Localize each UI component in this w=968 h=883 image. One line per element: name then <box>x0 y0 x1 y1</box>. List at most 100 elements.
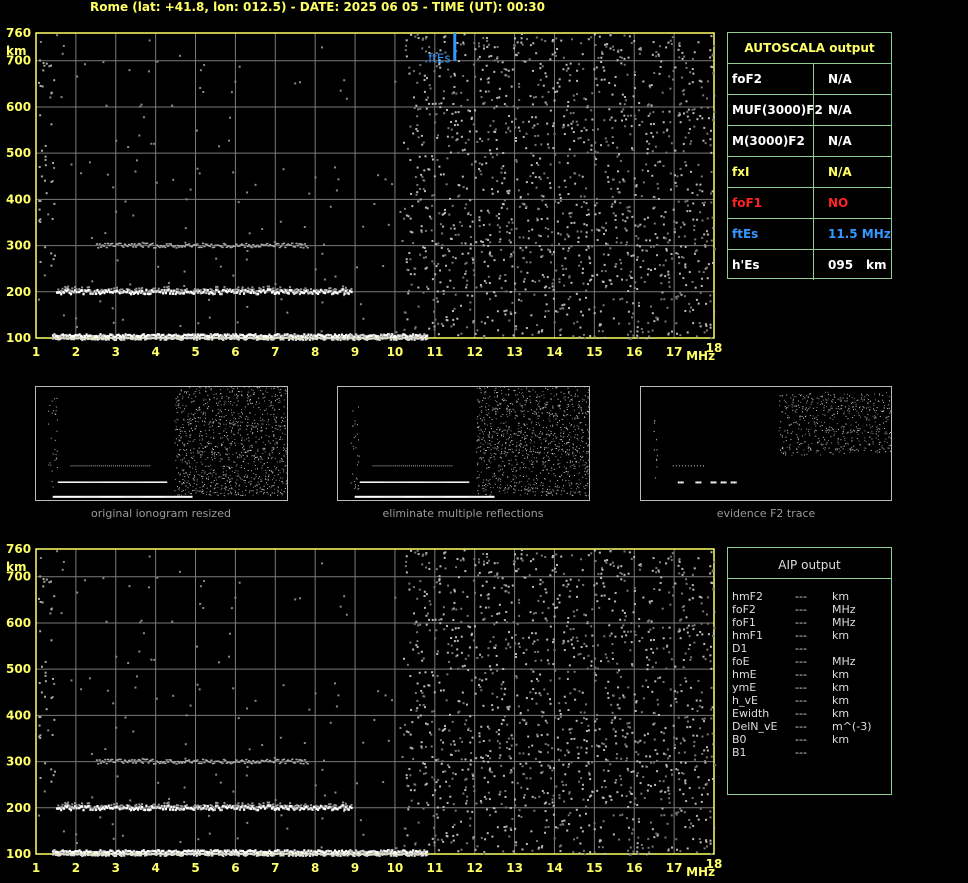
x-tick-label: 15 <box>586 345 603 359</box>
aip-param: foF2 <box>732 603 756 616</box>
x-tick-label: 4 <box>151 345 159 359</box>
aip-param: B0 <box>732 733 747 746</box>
x-tick-label: 14 <box>546 861 563 875</box>
thumbnail-eliminate-reflections <box>337 386 590 501</box>
x-tick-label: 1 <box>32 345 40 359</box>
x-tick-label: 13 <box>506 345 523 359</box>
ftes-label: .ftEs <box>424 51 450 65</box>
aip-value: --- <box>795 616 807 629</box>
x-tick-label: 5 <box>191 345 199 359</box>
x-tick-label: 17 <box>666 345 683 359</box>
x-tick-label: 10 <box>387 345 404 359</box>
autoscala-label: fxI <box>732 165 750 179</box>
y-tick-label: 100 <box>6 331 31 345</box>
x-tick-label: 15 <box>586 861 603 875</box>
aip-param: foF1 <box>732 616 756 629</box>
aip-value: --- <box>795 720 807 733</box>
aip-unit: km <box>832 590 850 603</box>
aip-param: h_vE <box>732 694 758 707</box>
x-tick-label: 1 <box>32 861 40 875</box>
aip-value: --- <box>795 603 807 616</box>
aip-value: --- <box>795 707 807 720</box>
aip-param: DelN_vE <box>732 720 778 733</box>
autoscala-row-h-es: h'Es 095 km <box>728 249 891 280</box>
aip-row-hmf1: hmF1 --- km <box>732 629 892 642</box>
aip-param: hmF2 <box>732 590 764 603</box>
thumbnail-caption-evidence: evidence F2 trace <box>716 507 816 520</box>
x-tick-label: 9 <box>351 345 359 359</box>
autoscala-row-fof2: foF2 N/A <box>728 63 891 94</box>
y-tick-label: 400 <box>6 192 31 206</box>
y-tick-label: 760 <box>6 542 31 556</box>
autoscala-value: N/A <box>828 134 852 148</box>
page-title: Rome (lat: +41.8, lon: 012.5) - DATE: 20… <box>90 0 545 14</box>
autoscala-label: MUF(3000)F2 <box>732 103 823 117</box>
x-tick-label: 9 <box>351 861 359 875</box>
autoscala-value: N/A <box>828 72 852 86</box>
thumbnail-evidence-f2 <box>640 386 892 501</box>
y-tick-label: 500 <box>6 146 31 160</box>
x-tick-label: 12 <box>466 861 483 875</box>
aip-row-ewidth: Ewidth --- km <box>732 707 892 720</box>
x-tick-label: 16 <box>626 861 643 875</box>
autoscala-title: AUTOSCALA output <box>744 41 875 55</box>
x-tick-label: 3 <box>112 861 120 875</box>
thumbnail-caption-original: original ionogram resized <box>91 507 231 520</box>
aip-value: --- <box>795 655 807 668</box>
aip-param: hmF1 <box>732 629 764 642</box>
x-tick-label: 11 <box>426 861 443 875</box>
aip-value: --- <box>795 694 807 707</box>
aip-row-hme: hmE --- km <box>732 668 892 681</box>
autoscala-row-m-3000-f2: M(3000)F2 N/A <box>728 125 891 156</box>
aip-value: --- <box>795 681 807 694</box>
aip-value: --- <box>795 590 807 603</box>
ionogram-main-chart: 100200300400500600700760km1 2 3 4 5 6 7 8 9 10 11 1… <box>6 26 722 363</box>
aip-unit: km <box>832 733 850 746</box>
y-tick-label: 200 <box>6 285 31 299</box>
thumbnail-original <box>35 386 288 501</box>
aip-unit: MHz <box>832 603 856 616</box>
autoscala-value: N/A <box>828 165 852 179</box>
aip-row-fof2: foF2 --- MHz <box>732 603 892 616</box>
aip-row-b1: B1 --- <box>732 746 892 759</box>
aip-param: Ewidth <box>732 707 770 720</box>
aip-row-h-ve: h_vE --- km <box>732 694 892 707</box>
x-tick-label: 12 <box>466 345 483 359</box>
aip-value: --- <box>795 746 807 759</box>
x-tick-label: 8 <box>311 345 319 359</box>
y-unit-label: km <box>6 44 26 58</box>
aip-unit: km <box>832 681 850 694</box>
aip-unit: km <box>832 707 850 720</box>
aip-param: ymE <box>732 681 757 694</box>
autoscala-unit: km <box>866 258 887 272</box>
y-tick-label: 300 <box>6 755 31 769</box>
autoscala-row-ftes: ftEs 11.5 MHz <box>728 218 891 249</box>
autoscala-value: 095 <box>828 258 854 272</box>
thumbnail-caption-eliminate: eliminate multiple reflections <box>382 507 544 520</box>
aip-row-d1: D1 --- <box>732 642 892 655</box>
autoscala-value: 11.5 MHz <box>828 227 891 241</box>
thumbnail-frame <box>35 386 288 501</box>
autoscala-row-fxi: fxI N/A <box>728 156 891 187</box>
x-tick-label: 2 <box>72 345 80 359</box>
x-tick-label: 4 <box>151 861 159 875</box>
aip-row-foe: foE --- MHz <box>732 655 892 668</box>
aip-row-b0: B0 --- km <box>732 733 892 746</box>
aip-value: --- <box>795 733 807 746</box>
x-unit-label: MHz <box>686 349 715 363</box>
x-tick-label: 7 <box>271 861 279 875</box>
y-tick-label: 600 <box>6 100 31 114</box>
aip-unit: MHz <box>832 616 856 629</box>
autoscala-label: h'Es <box>732 258 760 272</box>
autoscala-value: N/A <box>828 103 852 117</box>
x-tick-label: 14 <box>546 345 563 359</box>
autoscala-value: NO <box>828 196 849 210</box>
y-tick-label: 200 <box>6 801 31 815</box>
y-tick-label: 600 <box>6 616 31 630</box>
aip-param: foE <box>732 655 750 668</box>
x-tick-label: 16 <box>626 345 643 359</box>
autoscala-label: foF2 <box>732 72 763 86</box>
y-tick-label: 760 <box>6 26 31 40</box>
aip-row-yme: ymE --- km <box>732 681 892 694</box>
y-unit-label: km <box>6 560 26 574</box>
